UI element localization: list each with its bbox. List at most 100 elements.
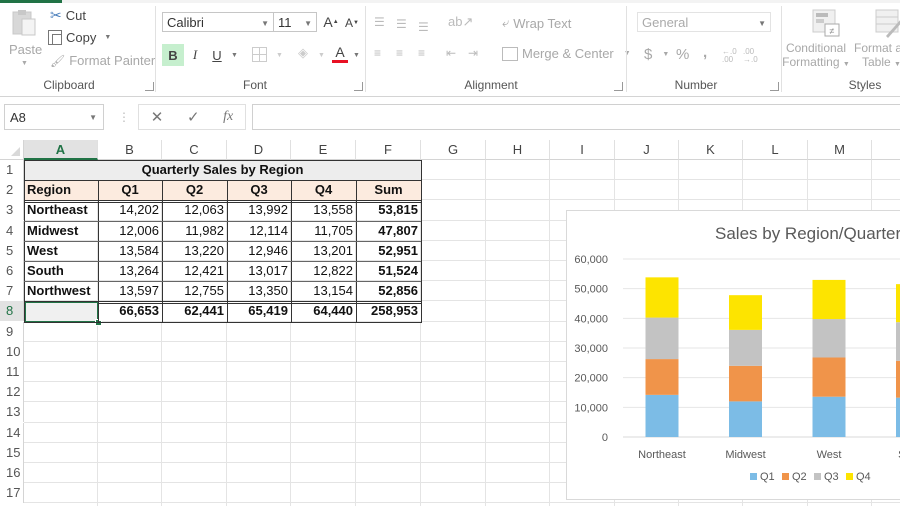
increase-font-size-button[interactable]: A ▲ (320, 11, 342, 33)
region-cell[interactable]: Northwest (24, 281, 98, 301)
column-header-n[interactable] (872, 140, 900, 160)
table-title-cell[interactable]: Quarterly Sales by Region (24, 160, 421, 180)
column-header-k[interactable]: K (679, 140, 743, 160)
row-header-3[interactable]: 3 (0, 200, 24, 221)
value-cell[interactable]: 13,201 (291, 241, 356, 261)
total-cell[interactable]: 62,441 (162, 301, 227, 322)
currency-button[interactable]: $ ▼ (644, 46, 669, 63)
align-right-button[interactable]: ≡ (418, 46, 425, 60)
row-header-8[interactable]: 8 (0, 301, 24, 322)
header-cell[interactable]: Sum (356, 180, 421, 201)
region-cell[interactable]: West (24, 241, 98, 261)
header-cell[interactable]: Q2 (162, 180, 227, 201)
font-size-select[interactable]: 11 ▼ (273, 12, 317, 32)
column-header-h[interactable]: H (486, 140, 550, 160)
borders-dropdown-icon[interactable]: ▼ (276, 52, 283, 59)
row-header-15[interactable]: 15 (0, 442, 24, 463)
value-cell[interactable]: 12,755 (162, 281, 227, 301)
italic-button[interactable]: I (184, 44, 206, 66)
decrease-font-size-button[interactable]: A ▼ (341, 12, 363, 34)
row-header-1[interactable]: 1 (0, 160, 24, 180)
value-cell[interactable]: 12,946 (227, 241, 291, 261)
row-header-13[interactable]: 13 (0, 402, 24, 423)
value-cell[interactable]: 53,815 (356, 200, 421, 220)
row-header-5[interactable]: 5 (0, 240, 24, 261)
underline-dropdown-icon[interactable]: ▼ (231, 52, 238, 59)
column-header-e[interactable]: E (291, 140, 356, 160)
cut-button[interactable]: ✂ Cut (50, 7, 86, 24)
column-header-c[interactable]: C (162, 140, 227, 160)
drag-handle-icon[interactable]: ⋮ (118, 110, 130, 124)
number-format-select[interactable]: General ▼ (637, 12, 771, 32)
value-cell[interactable]: 13,558 (291, 200, 356, 220)
row-header-12[interactable]: 12 (0, 382, 24, 403)
fill-dropdown-icon[interactable]: ▼ (318, 52, 325, 59)
cancel-icon[interactable]: ✕ (151, 108, 164, 126)
row-header-9[interactable]: 9 (0, 321, 24, 342)
header-cell[interactable]: Q1 (98, 180, 162, 201)
align-left-button[interactable]: ≡ (374, 46, 381, 60)
value-cell[interactable]: 51,524 (356, 261, 421, 281)
decrease-indent-button[interactable]: ⇤ (446, 46, 456, 60)
orientation-button[interactable]: ab↗ (448, 14, 473, 30)
region-cell[interactable]: South (24, 261, 98, 281)
value-cell[interactable]: 14,202 (98, 200, 162, 220)
decrease-decimal-button[interactable]: .00 →.0 (743, 48, 758, 64)
bold-button[interactable]: B (162, 44, 184, 66)
value-cell[interactable]: 11,705 (291, 221, 356, 241)
conditional-formatting-button[interactable]: ≠ Conditional Formatting ▼ (782, 8, 850, 74)
name-box[interactable]: A8 ▼ (4, 104, 104, 130)
value-cell[interactable]: 13,017 (227, 261, 291, 281)
row-header-14[interactable]: 14 (0, 422, 24, 443)
bottom-align-button[interactable]: ☰ (418, 20, 429, 34)
alignment-launcher-icon[interactable] (614, 82, 623, 91)
value-cell[interactable]: 52,856 (356, 281, 421, 301)
row-header-4[interactable]: 4 (0, 220, 24, 241)
region-cell[interactable]: Northeast (24, 200, 98, 220)
column-header-a[interactable]: A (24, 140, 98, 160)
copy-button[interactable]: Copy ▼ (48, 30, 111, 45)
formula-input[interactable] (252, 104, 900, 130)
header-cell[interactable]: Region (24, 180, 98, 201)
font-color-button[interactable]: A (332, 44, 348, 64)
comma-button[interactable]: , (703, 44, 707, 61)
number-launcher-icon[interactable] (770, 82, 779, 91)
paste-dropdown-icon[interactable]: ▼ (21, 60, 28, 67)
format-as-table-button[interactable]: Format as Table ▼ (852, 8, 900, 74)
font-name-select[interactable]: Calibri ▼ (162, 12, 274, 32)
column-header-m[interactable]: M (808, 140, 872, 160)
value-cell[interactable]: 12,822 (291, 261, 356, 281)
select-all-button[interactable] (0, 140, 24, 160)
value-cell[interactable]: 13,350 (227, 281, 291, 301)
total-cell[interactable]: 65,419 (227, 301, 291, 322)
copy-dropdown-icon[interactable]: ▼ (104, 34, 111, 41)
value-cell[interactable]: 13,584 (98, 241, 162, 261)
column-header-b[interactable]: B (98, 140, 162, 160)
row-header-6[interactable]: 6 (0, 261, 24, 281)
middle-align-button[interactable]: ☰ (396, 17, 407, 31)
column-header-j[interactable]: J (615, 140, 679, 160)
value-cell[interactable]: 12,063 (162, 200, 227, 220)
value-cell[interactable]: 13,154 (291, 281, 356, 301)
increase-indent-button[interactable]: ⇥ (468, 46, 478, 60)
value-cell[interactable]: 11,982 (162, 221, 227, 241)
value-cell[interactable]: 13,220 (162, 241, 227, 261)
chevron-down-icon[interactable]: ▼ (624, 50, 631, 57)
paste-button[interactable]: Paste ▼ (6, 8, 42, 70)
column-header-f[interactable]: F (356, 140, 421, 160)
column-header-d[interactable]: D (227, 140, 291, 160)
row-header-16[interactable]: 16 (0, 463, 24, 483)
value-cell[interactable]: 47,807 (356, 221, 421, 241)
value-cell[interactable]: 12,114 (227, 221, 291, 241)
format-painter-button[interactable]: 🖌 Format Painter (50, 53, 155, 68)
value-cell[interactable]: 13,992 (227, 200, 291, 220)
row-header-7[interactable]: 7 (0, 281, 24, 302)
font-color-dropdown-icon[interactable]: ▼ (353, 52, 360, 59)
enter-icon[interactable]: ✓ (187, 108, 200, 126)
borders-button[interactable] (252, 47, 267, 62)
wrap-text-button[interactable]: ⤶ Wrap Text (502, 15, 571, 31)
increase-decimal-button[interactable]: ←.0.00 (722, 48, 737, 64)
value-cell[interactable]: 52,951 (356, 241, 421, 261)
column-header-l[interactable]: L (743, 140, 808, 160)
row-header-10[interactable]: 10 (0, 341, 24, 362)
